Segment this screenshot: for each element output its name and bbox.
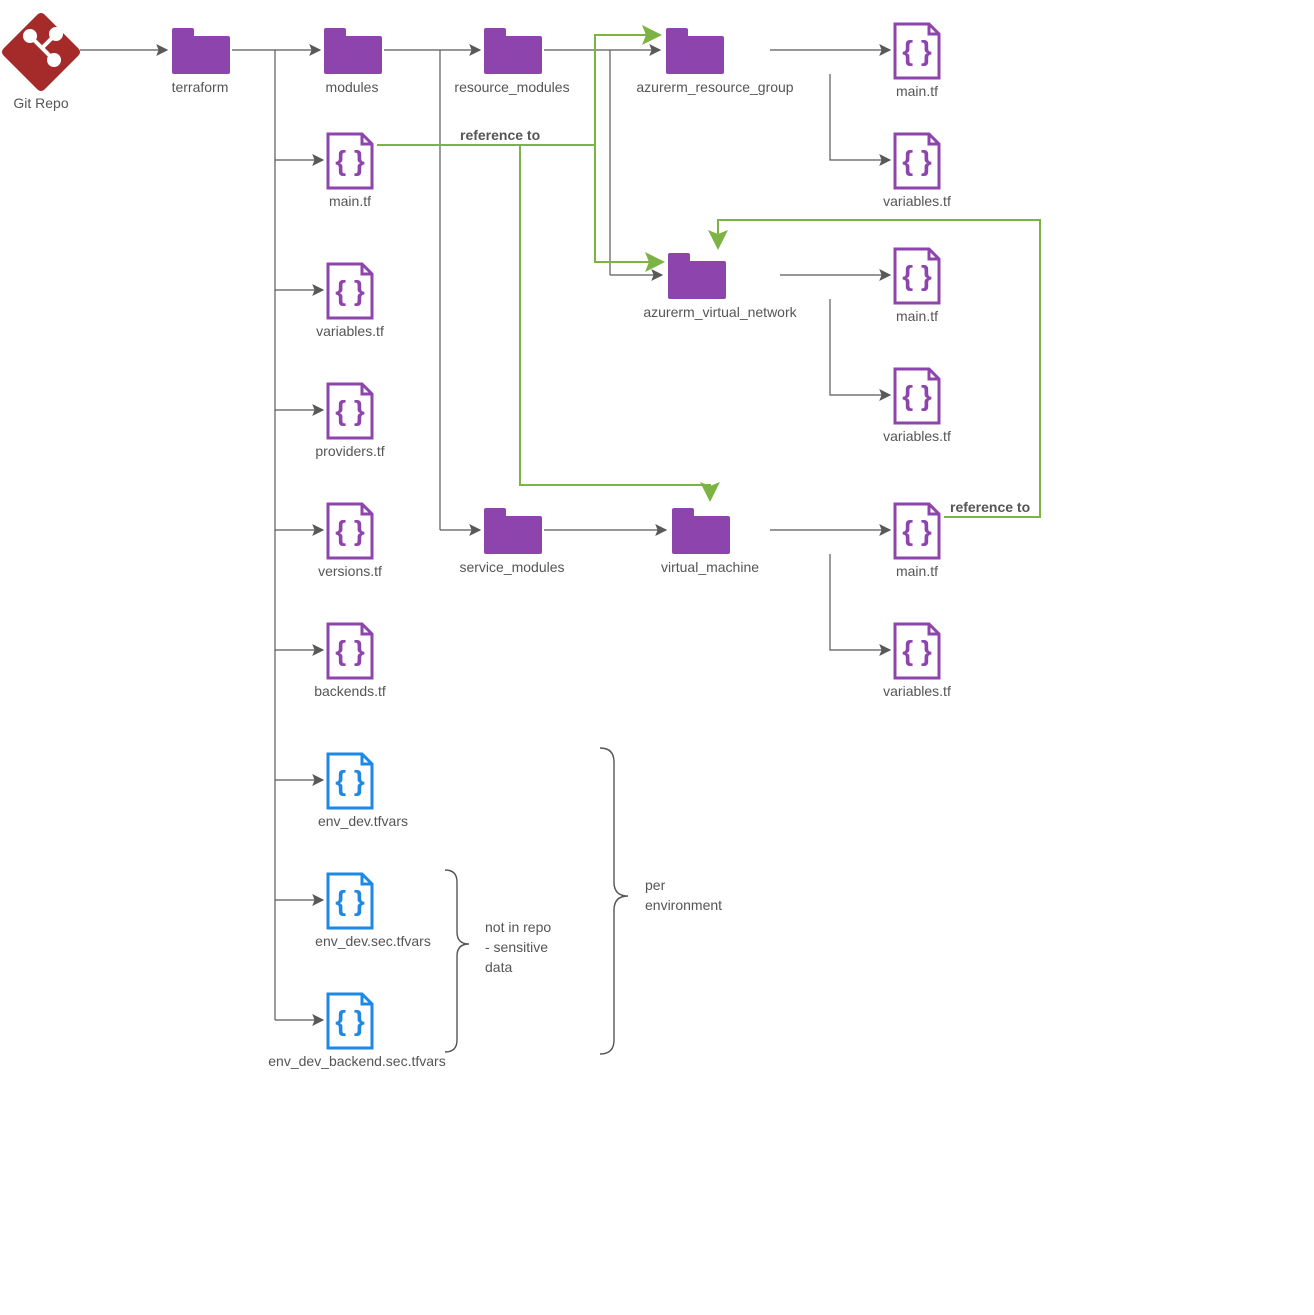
file-env-dev-tfvars: env_dev.tfvars (318, 754, 408, 829)
brace-per-environment (600, 748, 628, 1054)
svg-text:variables.tf: variables.tf (883, 193, 951, 209)
svg-text:variables.tf: variables.tf (316, 323, 384, 339)
edge-label-ref2: reference to (950, 499, 1030, 515)
file-vm-main-tf: main.tf (895, 504, 939, 579)
folder-azurerm-virtual-network: azurerm_virtual_network (643, 253, 797, 320)
git-icon (2, 13, 80, 91)
file-backends-tf: backends.tf (314, 624, 386, 699)
svg-text:data: data (485, 959, 512, 975)
svg-text:versions.tf: versions.tf (318, 563, 382, 579)
folder-terraform: terraform (172, 28, 230, 95)
file-env-dev-backend-sec-tfvars: env_dev_backend.sec.tfvars (268, 994, 445, 1069)
svg-text:providers.tf: providers.tf (315, 443, 384, 459)
git-repo-label: Git Repo (13, 95, 68, 111)
svg-text:per: per (645, 877, 666, 893)
file-versions-tf: versions.tf (318, 504, 382, 579)
folder-resource-modules: resource_modules (454, 28, 569, 95)
edge-label-ref1: reference to (460, 127, 540, 143)
git-repo-node: Git Repo (2, 13, 80, 111)
svg-text:- sensitive: - sensitive (485, 939, 548, 955)
folder-azurerm-resource-group: azurerm_resource_group (636, 28, 793, 95)
svg-text:terraform: terraform (172, 79, 229, 95)
svg-text:main.tf: main.tf (896, 83, 938, 99)
svg-text:env_dev.sec.tfvars: env_dev.sec.tfvars (315, 933, 431, 949)
annotation-not-in-repo: not in repo - sensitive data (485, 919, 551, 975)
brace-not-in-repo (445, 870, 469, 1052)
svg-text:backends.tf: backends.tf (314, 683, 386, 699)
file-variables-tf-root: variables.tf (316, 264, 384, 339)
svg-text:env_dev_backend.sec.tfvars: env_dev_backend.sec.tfvars (268, 1053, 445, 1069)
file-main-tf-root: main.tf (328, 134, 372, 209)
folder-modules: modules (324, 28, 382, 95)
svg-text:main.tf: main.tf (896, 308, 938, 324)
file-rg-main-tf: main.tf (895, 24, 939, 99)
svg-text:virtual_machine: virtual_machine (661, 559, 759, 575)
svg-text:modules: modules (326, 79, 379, 95)
svg-text:azurerm_resource_group: azurerm_resource_group (636, 79, 793, 95)
file-vn-main-tf: main.tf (895, 249, 939, 324)
folder-service-modules: service_modules (459, 508, 564, 575)
folder-virtual-machine: virtual_machine (661, 508, 759, 575)
svg-text:variables.tf: variables.tf (883, 428, 951, 444)
svg-text:variables.tf: variables.tf (883, 683, 951, 699)
svg-text:main.tf: main.tf (329, 193, 371, 209)
svg-text:main.tf: main.tf (896, 563, 938, 579)
svg-text:not in repo: not in repo (485, 919, 551, 935)
file-providers-tf: providers.tf (315, 384, 384, 459)
svg-text:service_modules: service_modules (459, 559, 564, 575)
file-env-dev-sec-tfvars: env_dev.sec.tfvars (315, 874, 431, 949)
file-vm-variables-tf: variables.tf (883, 624, 951, 699)
svg-text:resource_modules: resource_modules (454, 79, 569, 95)
file-rg-variables-tf: variables.tf (883, 134, 951, 209)
file-vn-variables-tf: variables.tf (883, 369, 951, 444)
annotation-per-environment: per environment (645, 877, 722, 913)
svg-text:azurerm_virtual_network: azurerm_virtual_network (643, 304, 797, 320)
svg-text:environment: environment (645, 897, 722, 913)
svg-text:env_dev.tfvars: env_dev.tfvars (318, 813, 408, 829)
